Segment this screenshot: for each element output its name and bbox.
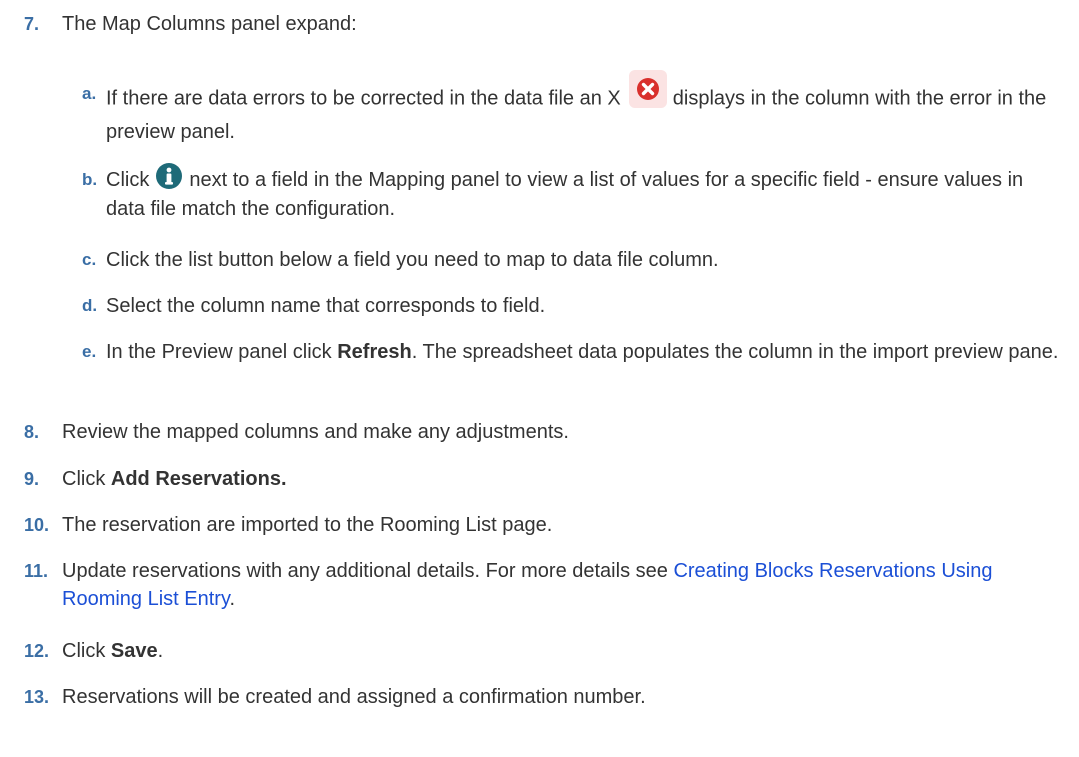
substep-e: e. In the Preview panel click Refresh. T…	[82, 338, 1062, 366]
refresh-label: Refresh	[337, 341, 412, 363]
substep-text: Click next to a field in the Mapping pane…	[106, 162, 1062, 223]
substep-d: d. Select the column name that correspon…	[82, 292, 1062, 320]
substep-b: b. Click next to a field in the Mapping p…	[82, 162, 1062, 223]
substep-text: Click the list button below a field you …	[106, 249, 719, 271]
info-icon	[155, 162, 183, 190]
step-text: Click Add Reservations.	[62, 468, 287, 490]
step-text: The Map Columns panel expand:	[62, 13, 357, 35]
step-number: 13.	[24, 687, 50, 707]
step-7: 7. The Map Columns panel expand:	[24, 10, 1064, 38]
step-text: Review the mapped columns and make any a…	[62, 421, 569, 443]
step-12: 12. Click Save.	[24, 637, 1064, 665]
substep-letter: c.	[82, 250, 97, 269]
save-label: Save	[110, 640, 158, 662]
step-text: Click Save.	[62, 640, 164, 662]
step-number: 12.	[24, 641, 50, 661]
substep-a: a. If there are data errors to be correc…	[82, 70, 1062, 146]
substep-letter: b.	[82, 170, 98, 189]
substep-text: Select the column name that corresponds …	[106, 295, 546, 317]
substep-letter: e.	[82, 342, 97, 361]
step-number: 10.	[24, 515, 50, 535]
substep-letter: d.	[82, 296, 98, 315]
substep-text: If there are data errors to be corrected…	[106, 70, 1062, 146]
substep-letter: a.	[82, 84, 97, 103]
error-x-icon	[628, 70, 667, 108]
step-text: Reservations will be created and assigne…	[62, 686, 646, 708]
step-text: The reservation are imported to the Room…	[62, 514, 553, 536]
step-8: 8. Review the mapped columns and make an…	[24, 418, 1064, 446]
step-number: 7.	[24, 14, 40, 34]
add-reservations-label: Add Reservations.	[110, 468, 287, 490]
step-text: Update reservations with any additional …	[62, 560, 993, 610]
step-11: 11. Update reservations with any additio…	[24, 557, 1064, 613]
substep-c: c. Click the list button below a field y…	[82, 246, 1062, 274]
step-10: 10. The reservation are imported to the …	[24, 511, 1064, 539]
document-page: 7. The Map Columns panel expand: a. If t…	[0, 0, 1079, 757]
step-number: 11.	[24, 561, 49, 581]
step-13: 13. Reservations will be created and ass…	[24, 683, 1064, 711]
step-number: 8.	[24, 422, 40, 442]
step-number: 9.	[24, 469, 40, 489]
step-9: 9. Click Add Reservations.	[24, 465, 1064, 493]
substep-text: In the Preview panel click Refresh. The …	[106, 341, 1059, 363]
